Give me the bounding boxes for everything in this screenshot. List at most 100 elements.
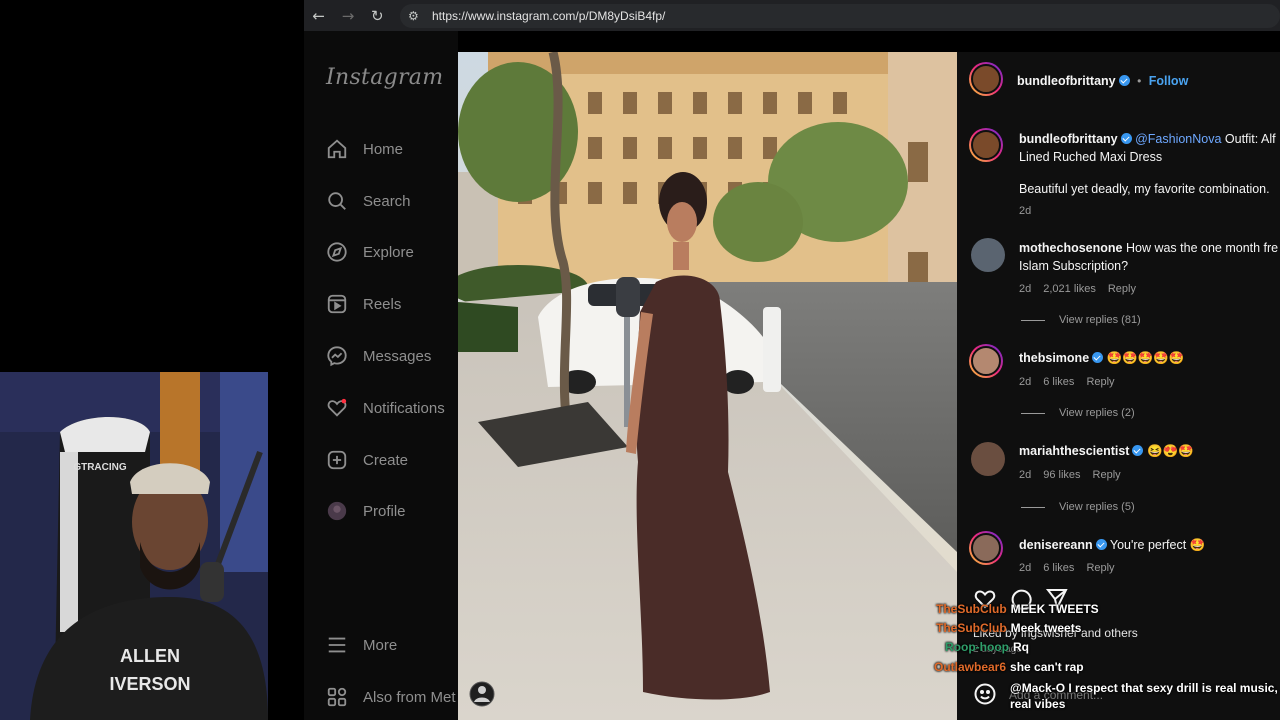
reply-button[interactable]: Reply [1108,283,1136,295]
post-header: bundleofbrittany • Follow [1017,72,1188,90]
comment: thebsimone 🤩🤩🤩🤩🤩 [1019,349,1184,367]
nav-more-label: More [363,636,398,654]
messenger-icon [326,345,348,367]
chat-username: TheSubClub [936,621,1007,635]
nav-create[interactable]: Create [326,446,408,474]
instagram-logo[interactable]: Instagram [326,65,443,90]
nav-search[interactable]: Search [326,187,411,215]
url-text[interactable]: https://www.instagram.com/p/DM8yDsiB4fp/ [432,9,665,23]
caption-time-text: 2d [1019,205,1032,217]
caption-author[interactable]: bundleofbrittany [1019,132,1118,146]
comment-time: 2d [1019,283,1032,295]
shirt-text-1: ALLEN [120,646,180,666]
home-icon [326,138,348,160]
webcam-feed: GTRACING ALLEN IVERSON [0,372,268,720]
instagram-sidebar: Instagram Home Search Explore Reels Mess… [304,31,458,720]
chat-text: she can't rap [1010,660,1084,674]
caption-text-3: Beautiful yet deadly, my favorite combin… [1019,182,1270,196]
caption-avatar[interactable] [969,128,1003,162]
nav-messages[interactable]: Messages [326,342,431,370]
author-username[interactable]: bundleofbrittany [1017,74,1116,88]
nav-home[interactable]: Home [326,135,403,163]
caption-mention[interactable]: @FashionNova [1135,132,1221,146]
comment-likes[interactable]: 6 likes [1043,376,1074,388]
comment-avatar[interactable] [969,531,1003,565]
comment-username[interactable]: thebsimone [1019,351,1089,365]
compass-icon [326,241,348,263]
nav-profile[interactable]: Profile [326,497,406,525]
reply-button[interactable]: Reply [1093,469,1121,481]
chair-brand: GTRACING [73,462,127,473]
reels-icon [326,293,348,315]
plus-square-icon [326,449,348,471]
verified-badge-icon [1118,75,1130,86]
author-avatar[interactable] [969,62,1003,96]
comment-meta: 2d 2,021 likes Reply [1019,283,1148,295]
caption: bundleofbrittany @FashionNova Outfit: Al… [1019,130,1280,198]
comment: mariahthescientist 😆😍🤩 [1019,442,1194,460]
comment-text: You're perfect 🤩 [1106,538,1206,552]
reload-icon[interactable]: ↻ [363,5,392,27]
nav-notifications-label: Notifications [363,399,445,417]
reply-button[interactable]: Reply [1086,376,1114,388]
comment-avatar[interactable] [971,238,1005,272]
nav-more[interactable]: More [326,631,397,659]
chat-message: TheSubClub MEEK TWEETS [936,602,1099,616]
forward-arrow-icon[interactable]: → [333,5,362,27]
screen: ← → ↻ ⚙ https://www.instagram.com/p/DM8y… [0,0,1280,720]
chat-username: Outlawbear6 [934,660,1007,674]
nav-also-from-meta[interactable]: Also from Met [326,683,456,711]
comment-time: 2d [1019,562,1032,574]
post-photo [458,52,957,720]
comment-avatar[interactable] [971,442,1005,476]
comment-time: 2d [1019,469,1032,481]
chat-text-2: real vibes [1010,697,1066,711]
site-settings-icon[interactable]: ⚙ [408,9,426,23]
back-arrow-icon[interactable]: ← [304,5,333,27]
nav-notifications[interactable]: Notifications [326,394,445,422]
nav-create-label: Create [363,451,409,469]
comment-text: How was the one month fre [1122,241,1279,255]
post-image[interactable] [458,52,957,720]
emoji-smile-icon[interactable] [973,682,997,706]
chat-text: Meek tweets [1010,621,1082,635]
view-replies-button[interactable]: View replies (5) [1021,501,1135,513]
verified-badge-icon [1092,352,1104,363]
comment-likes[interactable]: 2,021 likes [1043,283,1096,295]
address-bar[interactable]: ⚙ https://www.instagram.com/p/DM8yDsiB4f… [399,3,1280,28]
webcam-image: GTRACING ALLEN IVERSON [0,372,268,720]
comment-likes[interactable]: 6 likes [1043,562,1074,574]
reply-button[interactable]: Reply [1086,562,1114,574]
chat-message: @Mack-O I respect that sexy drill is rea… [1010,680,1278,712]
comment-username[interactable]: denisereann [1019,538,1093,552]
avatar [326,500,348,522]
comment: mothechosenone How was the one month fre… [1019,239,1278,275]
chat-message: TheSubClub Meek tweets [936,621,1081,635]
browser-toolbar: ← → ↻ ⚙ https://www.instagram.com/p/DM8y… [304,0,1280,31]
comment-text-2: Islam Subscription? [1019,259,1129,273]
chat-username: Roop-hoop [945,640,1009,654]
nav-home-label: Home [363,140,404,158]
comment-text: 😆😍🤩 [1143,444,1194,458]
shirt-text-2: IVERSON [109,674,190,694]
comment-meta: 2d 96 likes Reply [1019,469,1133,481]
verified-badge-icon [1120,133,1132,144]
nav-explore[interactable]: Explore [326,238,414,266]
follow-button[interactable]: Follow [1149,74,1189,88]
view-replies-button[interactable]: View replies (2) [1021,407,1135,419]
view-replies-label: View replies (2) [1059,407,1135,419]
view-replies-button[interactable]: View replies (81) [1021,314,1141,326]
comment-username[interactable]: mariahthescientist [1019,444,1129,458]
comment-avatar[interactable] [969,344,1003,378]
caption-time: 2d [1019,205,1043,217]
comment-meta: 2d 6 likes Reply [1019,562,1127,574]
grid-icon [326,686,348,708]
caption-text-1: Outfit: Alf [1221,132,1276,146]
hamburger-icon [326,634,348,656]
comment-likes[interactable]: 96 likes [1043,469,1080,481]
comment-username[interactable]: mothechosenone [1019,241,1123,255]
chat-text: Rq [1012,640,1029,654]
nav-reels[interactable]: Reels [326,290,401,318]
chat-text: MEEK TWEETS [1010,602,1099,616]
chat-message: Outlawbear6 she can't rap [934,660,1084,674]
